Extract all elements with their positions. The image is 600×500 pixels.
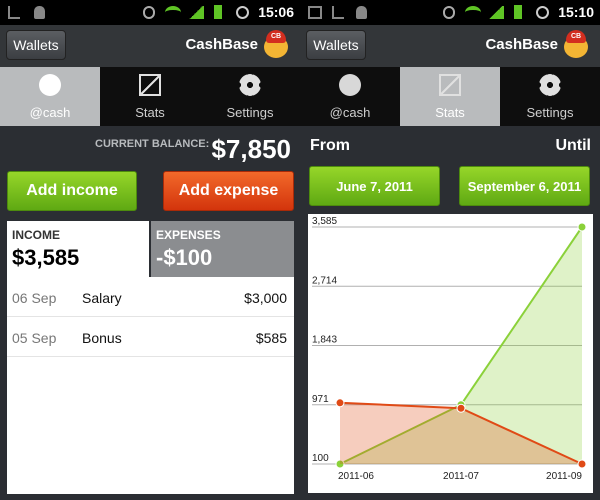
app-title: CashBase <box>185 36 258 53</box>
clock: 15:06 <box>258 4 294 20</box>
x-tick-label: 2011-09 <box>546 471 582 482</box>
tab-label: Stats <box>435 105 465 120</box>
usb-icon <box>332 6 344 19</box>
mail-icon <box>308 6 322 19</box>
transaction-list: 06 Sep Salary $3,000 05 Sep Bonus $585 <box>7 277 294 494</box>
cash-screen: 15:06 Wallets CashBase CB @cash Stats Se… <box>0 0 300 500</box>
tab-label: Stats <box>135 105 165 120</box>
alarm-icon <box>236 6 249 19</box>
transaction-date: 05 Sep <box>12 330 57 346</box>
tab-label: Settings <box>526 105 574 120</box>
tab-label: @cash <box>29 105 71 120</box>
transaction-amount: $3,000 <box>244 290 287 306</box>
stats-chart: 3,585 2,714 1,843 971 100 2011-06 2011-07 2011-… <box>308 214 593 493</box>
tab-bar: @cash Stats Settings <box>300 67 600 126</box>
current-balance-value: $7,850 <box>211 134 291 164</box>
app-header: Wallets CashBase CB <box>0 25 300 67</box>
battery-icon <box>514 5 522 19</box>
from-label: From <box>310 137 350 154</box>
x-tick-label: 2011-06 <box>338 471 374 482</box>
cashbase-logo-icon: CB <box>562 30 590 62</box>
alarm-icon <box>536 6 549 19</box>
data-point <box>335 398 345 408</box>
transaction-row[interactable]: 06 Sep Salary $3,000 <box>7 277 294 317</box>
y-tick-label: 3,585 <box>312 216 337 227</box>
expenses-value: -$100 <box>156 245 213 270</box>
transaction-name: Bonus <box>82 330 122 346</box>
income-value: $3,585 <box>12 245 80 270</box>
chart-svg: 3,585 2,714 1,843 971 100 2011-06 2011-07 2011-… <box>312 216 587 482</box>
y-tick-label: 1,843 <box>312 335 337 346</box>
piggy-bank-icon <box>39 74 61 96</box>
tab-label: Settings <box>226 105 274 120</box>
wifi-icon <box>465 6 481 19</box>
wallets-button[interactable]: Wallets <box>6 30 66 60</box>
tab-cash[interactable]: @cash <box>0 67 100 126</box>
usb-icon <box>8 6 20 19</box>
expenses-summary-tab[interactable]: EXPENSES -$100 <box>151 221 294 277</box>
app-header: Wallets CashBase CB <box>300 25 600 67</box>
transaction-name: Salary <box>82 290 122 306</box>
income-summary-tab[interactable]: INCOME $3,585 <box>7 221 149 277</box>
vibrate-icon <box>443 6 455 19</box>
tab-settings[interactable]: Settings <box>200 67 300 126</box>
income-label: INCOME <box>12 228 60 242</box>
y-tick-label: 2,714 <box>312 275 337 286</box>
piggy-bank-icon <box>339 74 361 96</box>
transaction-amount: $585 <box>255 330 287 346</box>
transaction-date: 06 Sep <box>12 290 57 306</box>
wallets-button[interactable]: Wallets <box>306 30 366 60</box>
signal-icon <box>188 6 204 19</box>
transaction-row[interactable]: 05 Sep Bonus $585 <box>7 317 294 357</box>
battery-icon <box>214 5 222 19</box>
stats-screen: 15:10 Wallets CashBase CB @cash Stats Se… <box>300 0 600 500</box>
android-debug-icon <box>356 6 367 19</box>
data-point <box>577 459 587 469</box>
add-income-button[interactable]: Add income <box>7 171 137 211</box>
y-tick-label: 971 <box>312 394 329 405</box>
vibrate-icon <box>143 6 155 19</box>
clock: 15:10 <box>558 4 594 20</box>
from-date-button[interactable]: June 7, 2011 <box>309 166 440 206</box>
logo-text: CB <box>266 30 286 43</box>
tab-settings[interactable]: Settings <box>500 67 600 126</box>
signal-icon <box>488 6 504 19</box>
x-tick-label: 2011-07 <box>443 471 479 482</box>
data-point <box>456 403 466 413</box>
tab-bar: @cash Stats Settings <box>0 67 300 126</box>
expenses-label: EXPENSES <box>156 228 221 242</box>
tab-stats[interactable]: Stats <box>400 67 500 126</box>
status-bar: 15:06 <box>0 0 300 25</box>
logo-text: CB <box>566 30 586 43</box>
android-debug-icon <box>34 6 45 19</box>
tab-label: @cash <box>329 105 371 120</box>
line-chart-icon <box>139 74 161 96</box>
data-point <box>577 222 587 232</box>
current-balance-label: CURRENT BALANCE: <box>95 138 210 150</box>
tab-stats[interactable]: Stats <box>100 67 200 126</box>
line-chart-icon <box>439 74 461 96</box>
until-label: Until <box>555 137 591 154</box>
app-title: CashBase <box>485 36 558 53</box>
y-tick-label: 100 <box>312 453 329 464</box>
gear-icon <box>539 74 561 96</box>
wifi-icon <box>165 6 181 19</box>
add-expense-button[interactable]: Add expense <box>163 171 294 211</box>
until-date-button[interactable]: September 6, 2011 <box>459 166 590 206</box>
cashbase-logo-icon: CB <box>262 30 290 62</box>
tab-cash[interactable]: @cash <box>300 67 400 126</box>
gear-icon <box>239 74 261 96</box>
status-bar: 15:10 <box>300 0 600 25</box>
